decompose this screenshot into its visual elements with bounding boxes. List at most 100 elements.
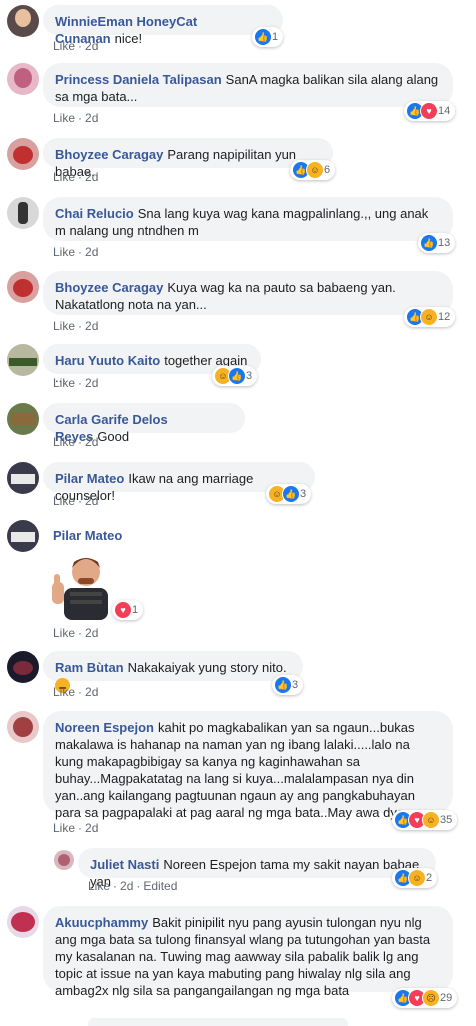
like-reaction-icon: 👍	[420, 234, 438, 252]
avatar[interactable]	[7, 711, 39, 743]
reaction-summary[interactable]: 👍 ♥ ☺ 35	[392, 810, 458, 830]
comment-text: kahit po magkabalikan yan sa ngaun...buk…	[55, 720, 422, 820]
like-reaction-icon: 👍	[254, 28, 272, 46]
commenter-name[interactable]: Pilar Mateo	[55, 471, 124, 486]
commenter-name[interactable]: Bhoyzee Caragay	[55, 280, 163, 295]
reaction-summary[interactable]: 👍 ☺ 12	[404, 307, 456, 327]
commenter-name[interactable]: Pilar Mateo	[53, 528, 122, 543]
comment-bubble: WinnieEman HoneyCat Cunanan nice!	[43, 5, 283, 46]
like-link[interactable]: Like	[53, 39, 75, 53]
commenter-name[interactable]: Chai Relucio	[55, 206, 134, 221]
comment-meta: Like · 2d	[53, 39, 99, 53]
timestamp[interactable]: 2d	[85, 626, 98, 640]
avatar[interactable]	[54, 850, 74, 870]
like-link[interactable]: Like	[53, 319, 75, 333]
timestamp[interactable]: 2d	[85, 494, 98, 508]
commenter-name[interactable]: Noreen Espejon	[55, 720, 154, 735]
like-link[interactable]: Like	[53, 111, 75, 125]
comment-bubble: Akuucphammy Bakit pinipilit nyu pang ayus…	[43, 906, 453, 998]
comment-meta: Like · 2d	[53, 170, 99, 184]
comment-meta: Like · 2d	[53, 245, 99, 259]
comment-bubble: Ram Bùtan Nakakaiyak yung story nito.	[43, 651, 303, 694]
comment-meta: Like · 2d · Edited	[88, 879, 178, 893]
like-link[interactable]: Like	[53, 376, 75, 390]
timestamp[interactable]: 2d	[85, 39, 98, 53]
comment-bubble: Juliet Nasti Noreen Espejon tama my sakit…	[78, 848, 436, 889]
timestamp[interactable]: 2d	[85, 376, 98, 390]
commenter-name[interactable]: Akuucphammy	[55, 915, 148, 930]
reaction-summary[interactable]: 👍 13	[418, 233, 456, 253]
reaction-summary[interactable]: 👍 ♥ 14	[404, 101, 456, 121]
avatar[interactable]	[7, 403, 39, 435]
comment-meta: Like · 2d	[53, 376, 99, 390]
avatar[interactable]	[7, 906, 39, 938]
like-reaction-icon: 👍	[228, 367, 246, 385]
like-link[interactable]: Like	[53, 626, 75, 640]
sad-reaction-icon: ☹	[422, 989, 440, 1007]
comment-bubble: Carla Garife Delos Reyes Good	[43, 403, 245, 444]
reaction-summary[interactable]: 👍 ♥ ☹ 29	[392, 988, 458, 1008]
commenter-name-wrap: Pilar Mateo	[53, 528, 126, 543]
timestamp[interactable]: 2d	[85, 170, 98, 184]
comment-meta: Like · 2d	[53, 435, 99, 449]
comment-meta: Like · 2d	[53, 111, 99, 125]
reaction-summary[interactable]: 👍 3	[272, 675, 304, 695]
timestamp[interactable]: 2d	[85, 245, 98, 259]
commenter-name[interactable]: Bhoyzee Caragay	[55, 147, 163, 162]
avatar[interactable]	[7, 197, 39, 229]
comment-text: nice!	[114, 31, 143, 46]
reaction-summary[interactable]: 👍 ☺ 2	[392, 868, 438, 888]
commenter-name[interactable]: Ram Bùtan	[55, 660, 124, 675]
reaction-summary[interactable]: 👍 1	[252, 27, 284, 47]
like-link[interactable]: Like	[53, 685, 75, 699]
avatar[interactable]	[7, 138, 39, 170]
avatar[interactable]	[7, 5, 39, 37]
commenter-name[interactable]: Princess Daniela Talipasan	[55, 72, 222, 87]
comment-bubble: Bhoyzee Caragay Parang napipilitan yun ba…	[43, 138, 333, 179]
timestamp[interactable]: 2d	[85, 821, 98, 835]
like-reaction-icon: 👍	[274, 676, 292, 694]
love-reaction-icon: ♥	[114, 601, 132, 619]
sticker-image[interactable]	[48, 548, 120, 620]
avatar[interactable]	[7, 520, 39, 552]
reaction-summary[interactable]: ☺ 👍 3	[212, 366, 258, 386]
reaction-summary[interactable]: 👍 ☺ 6	[290, 160, 336, 180]
haha-reaction-icon: ☺	[420, 308, 438, 326]
avatar[interactable]	[7, 63, 39, 95]
like-link[interactable]: Like	[53, 494, 75, 508]
comment-bubble: Bhoyzee Caragay Kuya wag ka na pauto sa b…	[43, 271, 453, 315]
like-link[interactable]: Like	[53, 245, 75, 259]
reaction-summary[interactable]: ☺ 👍 3	[266, 484, 312, 504]
comment-meta: Like · 2d	[53, 685, 99, 699]
timestamp[interactable]: 2d	[120, 879, 133, 893]
like-link[interactable]: Like	[53, 435, 75, 449]
like-reaction-icon: 👍	[282, 485, 300, 503]
comment-bubble: Princess Daniela Talipasan SanA magka bal…	[43, 63, 453, 107]
like-link[interactable]: Like	[53, 170, 75, 184]
comment-text: Good	[97, 429, 130, 444]
avatar[interactable]	[7, 271, 39, 303]
edited-label[interactable]: Edited	[143, 879, 177, 893]
comment-meta: Like · 2d	[53, 494, 99, 508]
avatar[interactable]	[7, 462, 39, 494]
like-link[interactable]: Like	[88, 879, 110, 893]
comment-bubble: Noreen Espejon kahit po magkabalikan yan …	[43, 711, 453, 820]
timestamp[interactable]: 2d	[85, 111, 98, 125]
commenter-name[interactable]: Juliet Nasti	[90, 857, 159, 872]
reaction-summary[interactable]: ♥ 1	[112, 600, 144, 620]
timestamp[interactable]: 2d	[85, 319, 98, 333]
avatar[interactable]	[7, 651, 39, 683]
comment-meta: Like · 2d	[53, 821, 99, 835]
like-link[interactable]: Like	[53, 821, 75, 835]
haha-reaction-icon: ☺	[306, 161, 324, 179]
commenter-name[interactable]: Haru Yuuto Kaito	[55, 353, 160, 368]
comment-bubble: Chai Relucio Sna lang kuya wag kana magpa…	[43, 197, 453, 241]
next-comment-bubble-edge	[88, 1018, 348, 1026]
avatar[interactable]	[7, 344, 39, 376]
timestamp[interactable]: 2d	[85, 685, 98, 699]
timestamp[interactable]: 2d	[85, 435, 98, 449]
comment-meta: Like · 2d	[53, 626, 99, 640]
love-reaction-icon: ♥	[420, 102, 438, 120]
comment-text: Nakakaiyak yung story nito.	[127, 660, 287, 675]
haha-reaction-icon: ☺	[408, 869, 426, 887]
